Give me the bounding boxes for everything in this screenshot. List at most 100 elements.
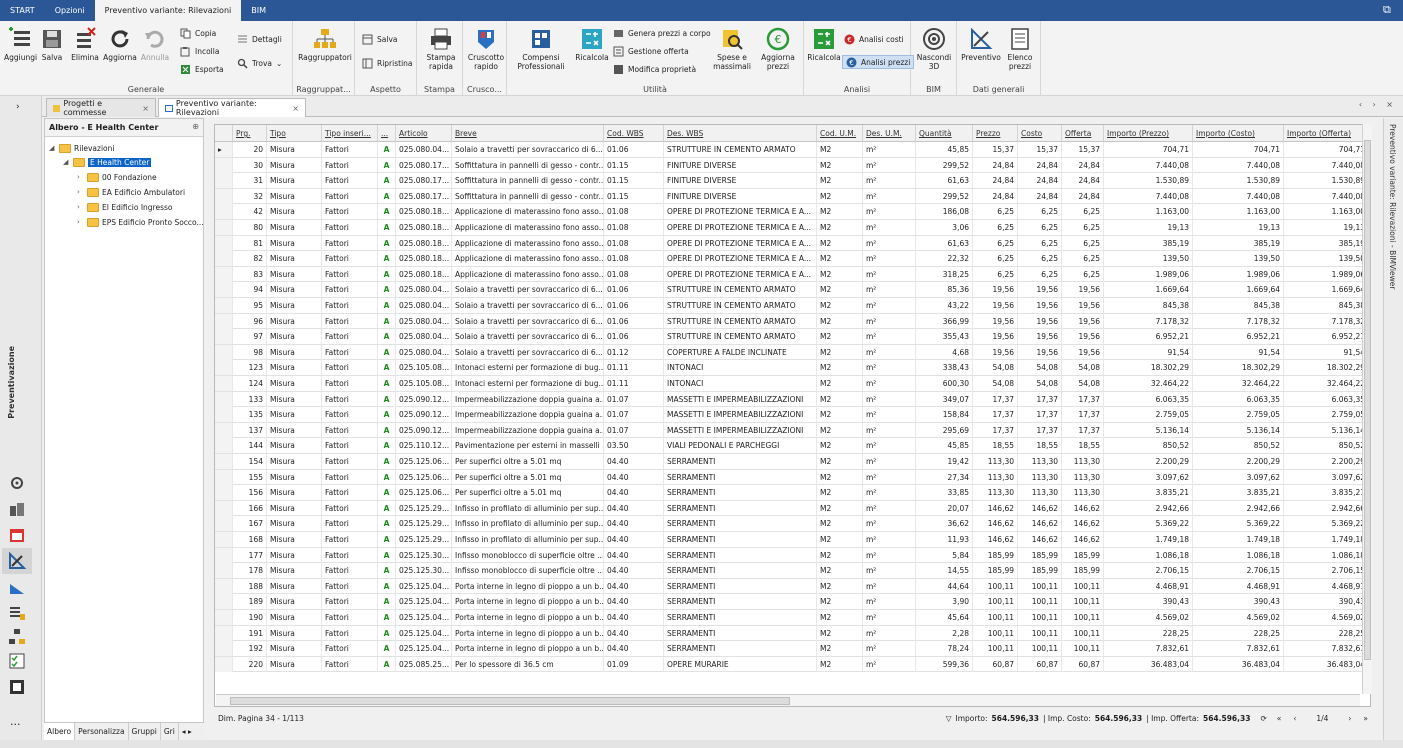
column-header-importo-prezzo[interactable]: Importo (Prezzo) [1104, 125, 1193, 142]
last-page-button[interactable]: » [1363, 714, 1368, 723]
cell-cod-wbs[interactable]: 01.08 [604, 251, 664, 267]
delete-button[interactable]: Elimina [68, 27, 102, 62]
price-list-button[interactable]: Elenco prezzi [1003, 27, 1037, 71]
collapse-icon[interactable]: ◢ [63, 158, 73, 166]
cell-quantita[interactable]: 36,62 [916, 516, 973, 532]
cell-costo[interactable]: 113,30 [1018, 485, 1062, 501]
column-header-prg[interactable]: Prg. [233, 125, 267, 142]
cell-prg[interactable]: 188 [233, 578, 267, 594]
cell-importo-costo[interactable]: 1.530,89 [1193, 173, 1284, 189]
column-header-costo[interactable]: Costo [1018, 125, 1062, 142]
cell-tipo[interactable]: Misura [267, 266, 322, 282]
cell-importo-costo[interactable]: 5.136,14 [1193, 422, 1284, 438]
cell-importo-costo[interactable]: 4.569,02 [1193, 610, 1284, 625]
cell-des-wbs[interactable]: OPERE DI PROTEZIONE TERMICA E A... [664, 235, 817, 251]
cell-des-wbs[interactable]: SERRAMENTI [664, 485, 817, 501]
cell-importo-offerta[interactable]: 850,52 [1284, 438, 1369, 454]
table-row[interactable]: 178 Misura Fattori A 025.125.30... Infisso mo… [215, 563, 1370, 579]
cell-importo-offerta[interactable]: 1.669,64 [1284, 282, 1369, 298]
cell-tipo-inserimento[interactable]: Fattori [322, 656, 378, 672]
cell-tipo-inserimento[interactable]: Fattori [322, 173, 378, 189]
cell-prg[interactable]: 82 [233, 251, 267, 267]
cell-costo[interactable]: 19,56 [1018, 298, 1062, 313]
cell-flag[interactable]: A [378, 344, 396, 360]
cell-articolo[interactable]: 025.080.17... [396, 188, 452, 204]
table-row[interactable]: 42 Misura Fattori A 025.080.18... Applicazion… [215, 204, 1370, 220]
cell-importo-offerta[interactable]: 7.440,08 [1284, 157, 1369, 173]
table-row[interactable]: 30 Misura Fattori A 025.080.17... Soffittatur… [215, 157, 1370, 174]
cell-tipo-inserimento[interactable]: Fattori [322, 360, 378, 376]
pin-icon[interactable]: ⊕ [192, 122, 199, 131]
table-row[interactable]: 168 Misura Fattori A 025.125.29... Infisso in… [215, 532, 1370, 548]
cell-importo-offerta[interactable]: 36.483,04 [1284, 656, 1369, 672]
measure-icon[interactable] [8, 580, 26, 598]
cell-tipo[interactable]: Misura [267, 204, 322, 220]
edit-properties-button[interactable]: Modifica proprietà [613, 62, 696, 76]
cell-prezzo[interactable]: 113,30 [973, 469, 1018, 485]
cell-cod-um[interactable]: M2 [817, 407, 863, 423]
cell-importo-prezzo[interactable]: 228,25 [1104, 625, 1193, 641]
cell-importo-prezzo[interactable]: 7.832,61 [1104, 641, 1193, 657]
cell-importo-prezzo[interactable]: 6.952,21 [1104, 329, 1193, 345]
cell-des-wbs[interactable]: OPERE DI PROTEZIONE TERMICA E A... [664, 220, 817, 235]
cell-importo-costo[interactable]: 1.749,18 [1193, 532, 1284, 547]
table-row[interactable]: 97 Misura Fattori A 025.080.04... Solaio a tr… [215, 329, 1370, 345]
price-analysis-button[interactable]: € Analisi prezzi [842, 55, 915, 69]
menu-tab-opzioni[interactable]: Opzioni [45, 0, 95, 21]
cell-flag[interactable]: A [378, 220, 396, 235]
cell-tipo-inserimento[interactable]: Fattori [322, 594, 378, 610]
cell-des-wbs[interactable]: FINITURE DIVERSE [664, 188, 817, 204]
cell-des-um[interactable]: m² [863, 376, 916, 391]
cell-des-um[interactable]: m² [863, 578, 916, 594]
cell-importo-offerta[interactable]: 5.369,22 [1284, 516, 1369, 532]
cell-importo-prezzo[interactable]: 91,54 [1104, 344, 1193, 360]
cell-des-wbs[interactable]: SERRAMENTI [664, 641, 817, 657]
cell-breve[interactable]: Solaio a travetti per sovraccarico di 6.… [452, 282, 604, 298]
cell-des-wbs[interactable]: SERRAMENTI [664, 563, 817, 579]
cell-cod-um[interactable]: M2 [817, 173, 863, 189]
cell-tipo-inserimento[interactable]: Fattori [322, 438, 378, 454]
cell-flag[interactable]: A [378, 391, 396, 407]
cost-analysis-button[interactable]: € Analisi costi [844, 32, 904, 46]
cell-prg[interactable]: 155 [233, 469, 267, 485]
cell-quantita[interactable]: 20,07 [916, 500, 973, 516]
cell-articolo[interactable]: 025.125.06... [396, 469, 452, 485]
cell-articolo[interactable]: 025.125.04... [396, 625, 452, 641]
prev-page-button[interactable]: ‹ [1293, 714, 1296, 723]
cell-flag[interactable]: A [378, 594, 396, 610]
cell-tipo-inserimento[interactable]: Fattori [322, 500, 378, 516]
cell-cod-wbs[interactable]: 04.40 [604, 454, 664, 469]
cell-quantita[interactable]: 366,99 [916, 313, 973, 329]
row-indicator[interactable] [215, 625, 233, 641]
cell-importo-costo[interactable]: 2.759,05 [1193, 407, 1284, 423]
cell-quantita[interactable]: 45,85 [916, 438, 973, 454]
row-indicator[interactable] [215, 563, 233, 579]
column-header-offerta[interactable]: Offerta [1062, 125, 1104, 142]
cell-prezzo[interactable]: 54,08 [973, 360, 1018, 376]
cell-flag[interactable]: A [378, 625, 396, 641]
cell-quantita[interactable]: 600,30 [916, 376, 973, 391]
cell-des-um[interactable]: m² [863, 625, 916, 641]
cell-des-um[interactable]: m² [863, 532, 916, 547]
cell-prezzo[interactable]: 113,30 [973, 485, 1018, 501]
cell-cod-wbs[interactable]: 04.40 [604, 516, 664, 532]
cell-articolo[interactable]: 025.080.04... [396, 329, 452, 345]
row-indicator[interactable] [215, 329, 233, 345]
cell-prg[interactable]: 124 [233, 376, 267, 391]
cell-des-um[interactable]: m² [863, 173, 916, 189]
row-indicator[interactable] [215, 344, 233, 360]
column-header-importo-offerta[interactable]: Importo (Offerta) [1284, 125, 1369, 142]
cell-prezzo[interactable]: 185,99 [973, 547, 1018, 563]
cell-importo-offerta[interactable]: 1.163,00 [1284, 204, 1369, 220]
cell-offerta[interactable]: 19,56 [1062, 298, 1104, 313]
cell-importo-offerta[interactable]: 704,71 [1284, 142, 1369, 157]
tree-node-eps[interactable]: › EPS Edificio Pronto Socco... [77, 215, 204, 229]
cell-prg[interactable]: 20 [233, 142, 267, 157]
cell-articolo[interactable]: 025.080.04... [396, 313, 452, 329]
undo-button[interactable]: Annulla [138, 27, 172, 62]
cell-offerta[interactable]: 6,25 [1062, 220, 1104, 235]
cell-flag[interactable]: A [378, 547, 396, 563]
cell-quantita[interactable]: 11,93 [916, 532, 973, 547]
cell-prg[interactable]: 168 [233, 532, 267, 547]
cell-cod-wbs[interactable]: 01.09 [604, 656, 664, 672]
